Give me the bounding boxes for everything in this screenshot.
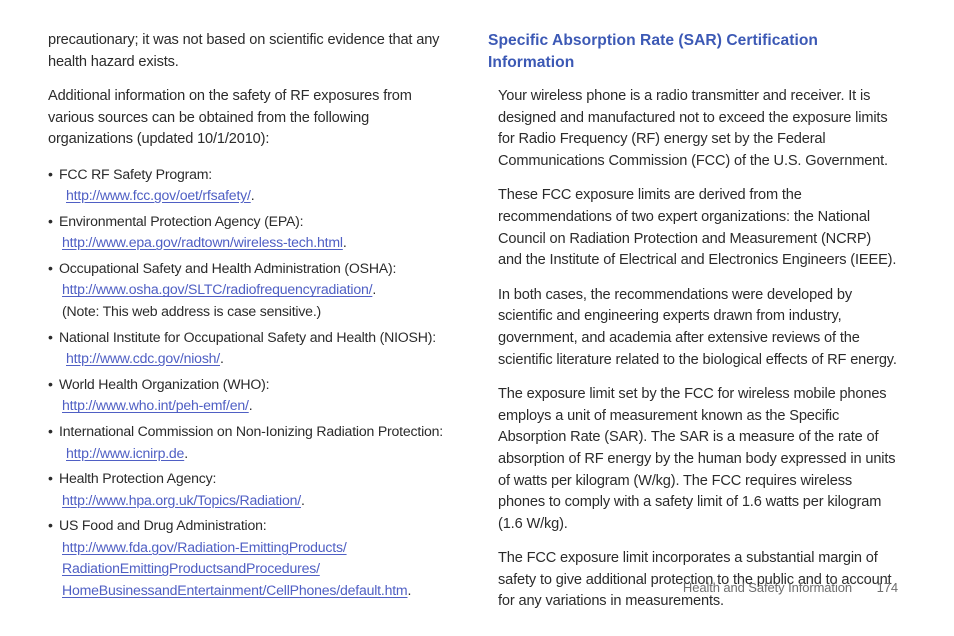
organization-url-line: RadiationEmittingProductsandProcedures/ bbox=[59, 558, 452, 579]
organization-url-line: http://www.fcc.gov/oet/rfsafety/. bbox=[59, 185, 452, 207]
organization-url-line: http://www.epa.gov/radtown/wireless-tech… bbox=[59, 232, 452, 254]
organizations-list: • FCC RF Safety Program: http://www.fcc.… bbox=[48, 164, 452, 602]
organization-link[interactable]: http://www.who.int/peh-emf/en/ bbox=[62, 397, 249, 413]
organization-link[interactable]: HomeBusinessandEntertainment/CellPhones/… bbox=[62, 582, 408, 598]
bullet-marker: • bbox=[48, 165, 53, 182]
footer-page-number: 174 bbox=[876, 580, 898, 595]
trailing-period: . bbox=[248, 397, 253, 414]
organization-url-line: http://www.who.int/peh-emf/en/. bbox=[59, 395, 452, 417]
bullet-marker: • bbox=[48, 375, 53, 392]
list-item: • World Health Organization (WHO): http:… bbox=[48, 374, 452, 417]
bullet-marker: • bbox=[48, 212, 53, 229]
organization-label: Occupational Safety and Health Administr… bbox=[59, 259, 397, 276]
organization-link[interactable]: http://www.cdc.gov/niosh/ bbox=[66, 350, 220, 366]
bullet-marker: • bbox=[48, 423, 53, 440]
organization-url-line: http://www.hpa.org.uk/Topics/Radiation/. bbox=[59, 490, 452, 512]
organization-link[interactable]: http://www.epa.gov/radtown/wireless-tech… bbox=[62, 234, 343, 250]
organization-label: World Health Organization (WHO): bbox=[59, 375, 270, 392]
paragraph-recommendations: In both cases, the recommendations were … bbox=[498, 286, 897, 368]
trailing-period: . bbox=[342, 234, 347, 251]
organization-link[interactable]: http://www.icnirp.de bbox=[66, 445, 184, 461]
organization-label: International Commission on Non-Ionizing… bbox=[59, 423, 444, 440]
organization-link[interactable]: http://www.hpa.org.uk/Topics/Radiation/ bbox=[62, 492, 301, 508]
list-item: • FCC RF Safety Program: http://www.fcc.… bbox=[48, 164, 452, 207]
organization-label: FCC RF Safety Program: bbox=[59, 165, 213, 182]
list-item: • National Institute for Occupational Sa… bbox=[48, 327, 452, 370]
paragraph-wireless-phone: Your wireless phone is a radio transmitt… bbox=[498, 88, 888, 169]
bullet-marker: • bbox=[48, 517, 53, 534]
bullet-marker: • bbox=[48, 328, 53, 345]
list-item: • Environmental Protection Agency (EPA):… bbox=[48, 211, 452, 254]
organization-link[interactable]: http://www.osha.gov/SLTC/radiofrequencyr… bbox=[62, 281, 373, 297]
left-column: precautionary; it was not based on scien… bbox=[48, 30, 452, 605]
organization-url-line: http://www.osha.gov/SLTC/radiofrequencyr… bbox=[59, 279, 452, 301]
list-item: • Occupational Safety and Health Adminis… bbox=[48, 258, 452, 323]
right-column: Specific Absorption Rate (SAR) Certifica… bbox=[488, 30, 898, 626]
list-item: • US Food and Drug Administration: http:… bbox=[48, 515, 452, 601]
list-item: • Health Protection Agency: http://www.h… bbox=[48, 468, 452, 511]
trailing-period: . bbox=[184, 444, 188, 461]
paragraph-precautionary: precautionary; it was not based on scien… bbox=[48, 32, 440, 70]
bullet-marker: • bbox=[48, 259, 53, 276]
organization-label: National Institute for Occupational Safe… bbox=[59, 328, 436, 345]
document-page: precautionary; it was not based on scien… bbox=[0, 0, 954, 636]
paragraph-sar-definition: The exposure limit set by the FCC for wi… bbox=[498, 386, 896, 532]
bullet-marker: • bbox=[48, 470, 53, 487]
paragraph-fcc-limits: These FCC exposure limits are derived fr… bbox=[498, 187, 897, 269]
organization-label: Environmental Protection Agency (EPA): bbox=[59, 212, 304, 229]
organization-url-line: http://www.icnirp.de. bbox=[59, 443, 452, 465]
trailing-period: . bbox=[407, 581, 412, 598]
organization-url-line: http://www.fda.gov/Radiation-EmittingPro… bbox=[59, 537, 452, 558]
organization-url-line: http://www.cdc.gov/niosh/. bbox=[59, 348, 452, 370]
organization-label: US Food and Drug Administration: bbox=[59, 517, 267, 534]
paragraph-additional-information: Additional information on the safety of … bbox=[48, 88, 412, 147]
organization-link[interactable]: RadiationEmittingProductsandProcedures/ bbox=[62, 560, 320, 576]
trailing-period: . bbox=[300, 491, 305, 508]
organization-label: Health Protection Agency: bbox=[59, 470, 217, 487]
page-title: Specific Absorption Rate (SAR) Certifica… bbox=[488, 32, 818, 71]
trailing-period: . bbox=[220, 350, 224, 367]
organization-link[interactable]: http://www.fda.gov/Radiation-EmittingPro… bbox=[62, 539, 347, 555]
organization-url-line: HomeBusinessandEntertainment/CellPhones/… bbox=[59, 580, 452, 601]
list-item: • International Commission on Non-Ionizi… bbox=[48, 421, 452, 464]
organization-link[interactable]: http://www.fcc.gov/oet/rfsafety/ bbox=[66, 187, 251, 203]
organization-note: (Note: This web address is case sensitiv… bbox=[62, 303, 322, 320]
page-footer: Health and Safety Information 174 bbox=[488, 580, 898, 595]
trailing-period: . bbox=[250, 187, 255, 204]
trailing-period: . bbox=[372, 281, 377, 298]
footer-section-label: Health and Safety Information bbox=[682, 580, 852, 595]
